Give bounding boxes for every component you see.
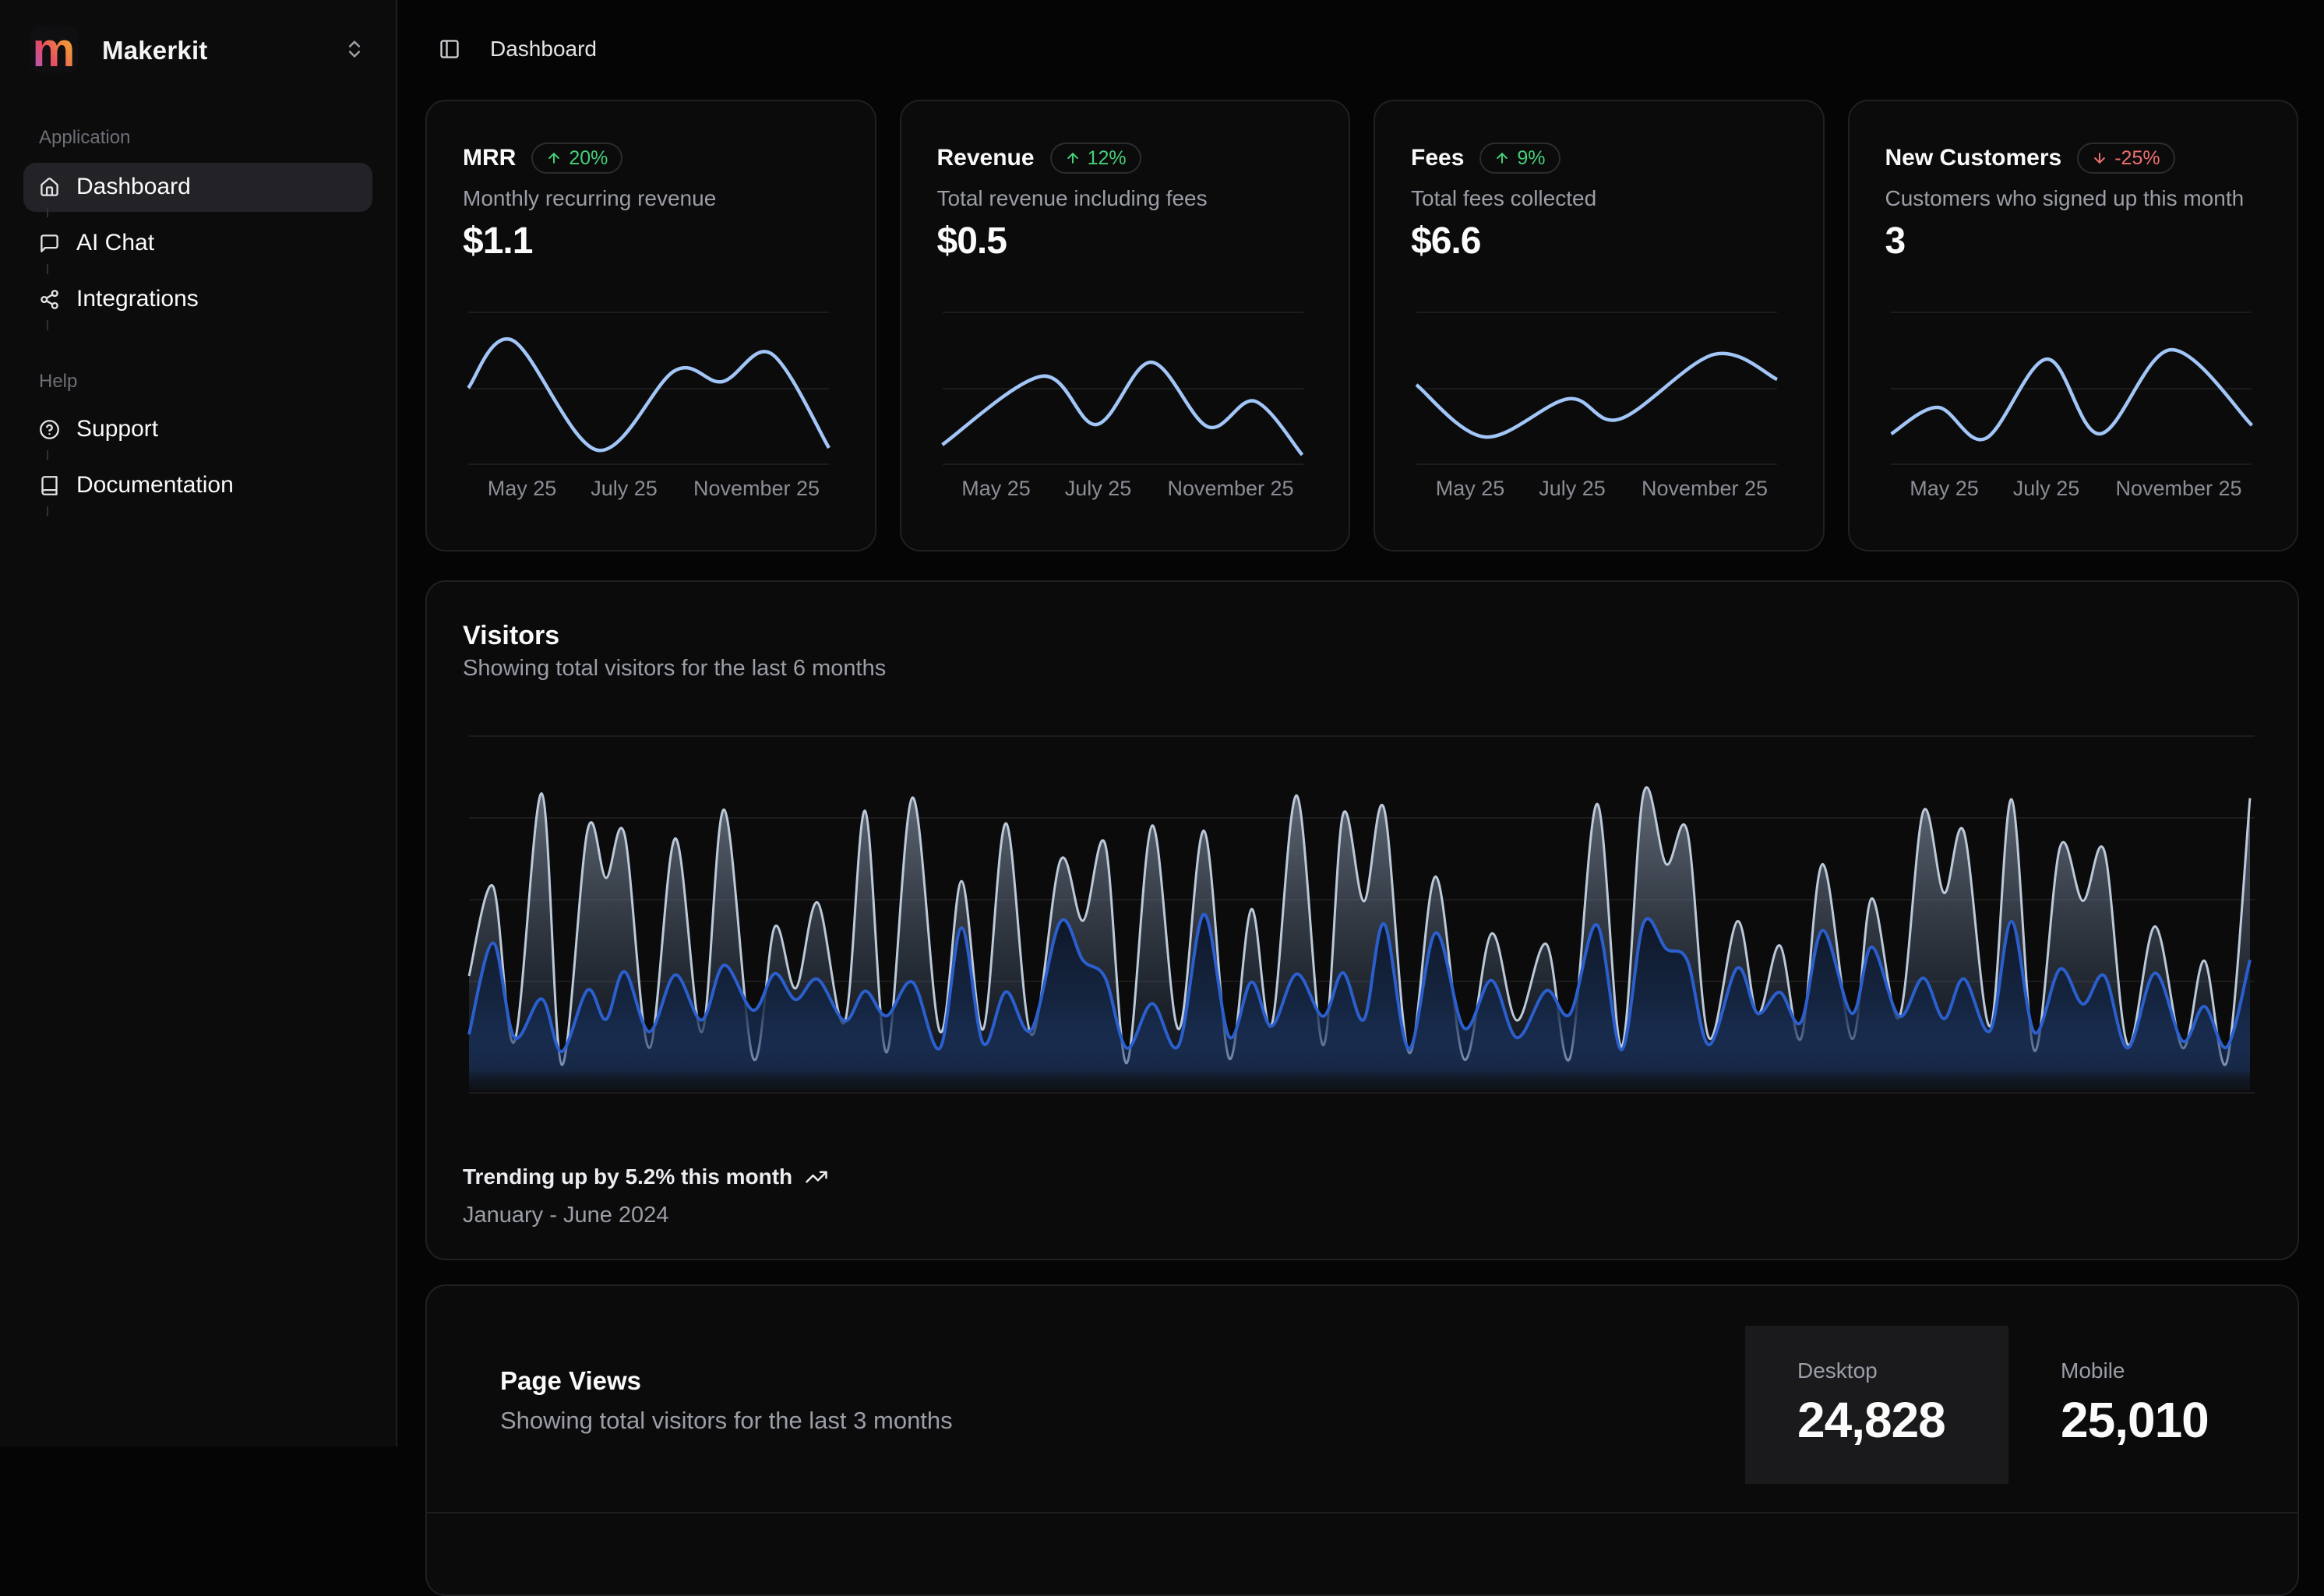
svg-text:m: m <box>32 25 75 73</box>
